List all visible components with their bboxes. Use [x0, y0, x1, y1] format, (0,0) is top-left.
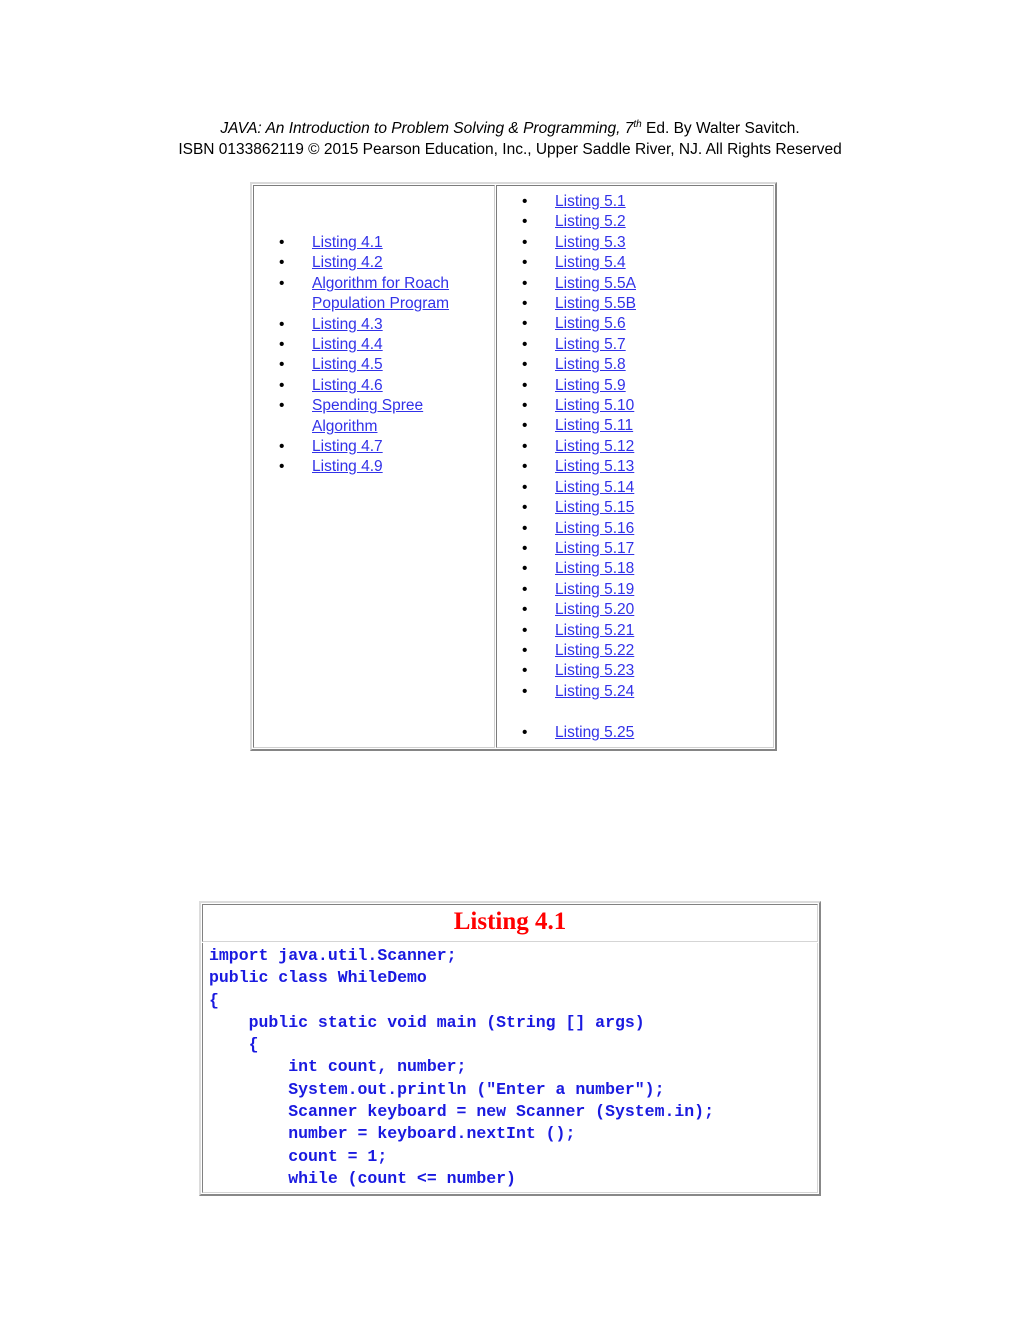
listing-link[interactable]: Listing 5.8	[555, 356, 626, 373]
list-item: Listing 5.20	[497, 600, 773, 621]
list-item: Listing 4.5	[254, 355, 494, 376]
listing-link[interactable]: Listing 5.4	[555, 254, 626, 271]
listing-link[interactable]: Listing 5.5A	[555, 275, 636, 292]
list-item: Listing 5.1	[497, 192, 773, 213]
listing-link[interactable]: Listing 5.16	[555, 520, 634, 537]
table-row: Listing 4.1 Listing 4.2 Algorithm for Roac…	[253, 185, 774, 748]
list-item: Listing 4.9	[254, 457, 494, 478]
list-item-spacer	[497, 702, 773, 722]
list-item: Listing 4.3	[254, 315, 494, 336]
list-item: Listing 5.3	[497, 233, 773, 254]
list-item: Algorithm for Roach Population Program	[254, 274, 494, 315]
list-item: Listing 5.15	[497, 498, 773, 519]
list-item: Listing 5.17	[497, 539, 773, 560]
listing-link[interactable]: Listing 5.13	[555, 458, 634, 475]
list-item: Listing 5.8	[497, 355, 773, 376]
listing-link[interactable]: Listing 5.21	[555, 622, 634, 639]
listing-link[interactable]: Listing 4.9	[312, 458, 383, 475]
list-item: Listing 5.4	[497, 253, 773, 274]
list-item: Listing 5.10	[497, 396, 773, 417]
book-title: JAVA: An Introduction to Problem Solving…	[220, 120, 621, 137]
listing-link[interactable]: Listing 5.18	[555, 560, 634, 577]
listing-link[interactable]: Listing 5.23	[555, 662, 634, 679]
list-item: Listing 5.18	[497, 559, 773, 580]
chapter-5-list-wrapper: Listing 5.1 Listing 5.2 Listing 5.3 Listing…	[497, 186, 773, 747]
listing-link[interactable]: Listing 5.25	[555, 724, 634, 741]
list-item: Listing 5.13	[497, 457, 773, 478]
list-item: Listing 5.22	[497, 641, 773, 662]
list-item: Listing 5.23	[497, 661, 773, 682]
listing-link[interactable]: Listing 5.17	[555, 540, 634, 557]
listing-link[interactable]: Listing 4.5	[312, 356, 383, 373]
list-item: Listing 5.9	[497, 376, 773, 397]
list-item: Listing 5.12	[497, 437, 773, 458]
list-item: Listing 5.11	[497, 416, 773, 437]
list-item: Spending Spree Algorithm	[254, 396, 494, 437]
list-item: Listing 5.24	[497, 682, 773, 703]
listing-link[interactable]: Listing 5.14	[555, 479, 634, 496]
list-item: Listing 5.21	[497, 621, 773, 642]
chapter-5-link-list: Listing 5.1 Listing 5.2 Listing 5.3 Listing…	[497, 192, 773, 743]
list-item: Listing 4.7	[254, 437, 494, 458]
list-item: Listing 5.2	[497, 212, 773, 233]
listing-link[interactable]: Listing 5.2	[555, 213, 626, 230]
listing-link[interactable]: Listing 5.12	[555, 438, 634, 455]
list-item: Listing 5.25	[497, 723, 773, 744]
code-listing-body-cell: import java.util.Scanner; public class W…	[202, 943, 818, 1194]
listing-link[interactable]: Listing 5.11	[555, 417, 633, 434]
listing-link[interactable]: Listing 5.15	[555, 499, 634, 516]
page-header-line-1: JAVA: An Introduction to Problem Solving…	[0, 118, 1020, 139]
listing-link[interactable]: Listing 5.7	[555, 336, 626, 353]
listing-link[interactable]: Listing 5.5B	[555, 295, 636, 312]
list-item: Listing 5.7	[497, 335, 773, 356]
list-item: Listing 4.4	[254, 335, 494, 356]
listing-link[interactable]: Listing 5.22	[555, 642, 634, 659]
list-item: Listing 5.5A	[497, 274, 773, 295]
listing-link[interactable]: Listing 5.24	[555, 683, 634, 700]
chapter-4-list-wrapper: Listing 4.1 Listing 4.2 Algorithm for Roac…	[254, 186, 494, 482]
list-item: Listing 5.19	[497, 580, 773, 601]
chapter-4-link-list: Listing 4.1 Listing 4.2 Algorithm for Roac…	[254, 233, 494, 478]
listing-link[interactable]: Listing 4.2	[312, 254, 383, 271]
listing-link[interactable]: Listing 4.3	[312, 316, 383, 333]
edition-ordinal-suffix: th	[633, 118, 642, 130]
table-cell-chapter-4: Listing 4.1 Listing 4.2 Algorithm for Roac…	[253, 185, 495, 748]
listing-link[interactable]: Listing 5.10	[555, 397, 634, 414]
listing-link[interactable]: Listing 5.9	[555, 377, 626, 394]
list-item: Listing 5.5B	[497, 294, 773, 315]
table-cell-chapter-5: Listing 5.1 Listing 5.2 Listing 5.3 Listing…	[496, 185, 774, 748]
code-listing-source: import java.util.Scanner; public class W…	[209, 946, 714, 1188]
listing-link[interactable]: Listing 5.6	[555, 315, 626, 332]
listing-link[interactable]: Algorithm for Roach Population Program	[312, 275, 449, 312]
listing-link[interactable]: Listing 4.4	[312, 336, 383, 353]
list-item: Listing 4.6	[254, 376, 494, 397]
page-header-line-2: ISBN 0133862119 © 2015 Pearson Education…	[178, 141, 842, 158]
listing-link[interactable]: Listing 4.6	[312, 377, 383, 394]
listing-link[interactable]: Listing 5.20	[555, 601, 634, 618]
listing-link[interactable]: Listing 4.7	[312, 438, 383, 455]
listing-link[interactable]: Listing 5.1	[555, 193, 626, 210]
list-item: Listing 4.2	[254, 253, 494, 274]
code-listing-title-cell: Listing 4.1	[202, 904, 818, 942]
listing-link[interactable]: Listing 5.3	[555, 234, 626, 251]
listings-table: Listing 4.1 Listing 4.2 Algorithm for Roac…	[250, 182, 777, 751]
page-header: JAVA: An Introduction to Problem Solving…	[0, 118, 1020, 160]
code-listing-box: Listing 4.1 import java.util.Scanner; pu…	[199, 901, 821, 1197]
list-item: Listing 5.16	[497, 519, 773, 540]
listing-link[interactable]: Listing 5.19	[555, 581, 634, 598]
author-credit: Ed. By Walter Savitch.	[641, 120, 800, 137]
list-item: Listing 5.14	[497, 478, 773, 499]
listing-link[interactable]: Spending Spree Algorithm	[312, 397, 423, 434]
list-item: Listing 5.6	[497, 314, 773, 335]
listing-link[interactable]: Listing 4.1	[312, 234, 383, 251]
list-item: Listing 4.1	[254, 233, 494, 254]
code-listing-title: Listing 4.1	[453, 908, 567, 935]
